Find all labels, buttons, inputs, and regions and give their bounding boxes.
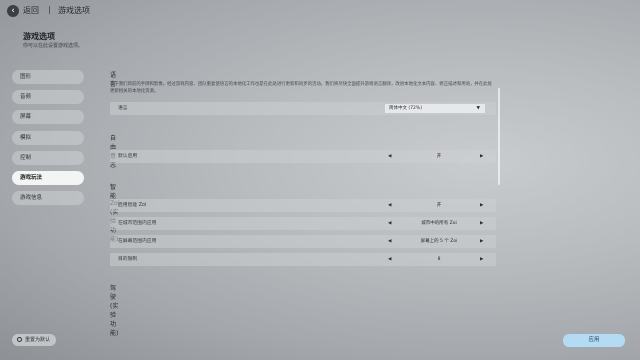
setting-value: 屏幕上的 5 个 Zoi: [420, 239, 458, 244]
reset-icon: [17, 337, 22, 342]
setting-label: 在屏幕范围内应用: [118, 239, 157, 244]
scrollbar[interactable]: [498, 88, 500, 185]
breadcrumb-separator: |: [48, 5, 51, 14]
arrow-right-icon[interactable]: ▶: [480, 253, 483, 266]
arrow-left-icon[interactable]: ◀: [388, 199, 391, 212]
page-subtitle: 你可以在此设置游戏选项。: [23, 43, 84, 49]
language-row: 语言 简体中文 (72%) ▼: [110, 102, 496, 115]
section-title-driving: 驾驶 (实验功能): [110, 285, 119, 337]
page-title: 游戏选项: [23, 32, 55, 41]
top-bar: ‹ 返回 | 游戏选项: [0, 0, 640, 22]
language-label: 语言: [118, 106, 128, 111]
setting-value: 开: [436, 154, 442, 159]
arrow-right-icon[interactable]: ▶: [480, 235, 483, 248]
sidebar: 图形 音频 屏幕 模拟 控制 游戏玩法 游戏信息: [12, 70, 84, 211]
language-dropdown[interactable]: 简体中文 (72%) ▼: [385, 104, 485, 113]
setting-row: 默认启用 ◀ 开 ▶: [110, 150, 496, 163]
caret-down-icon: ▼: [476, 106, 480, 111]
arrow-right-icon[interactable]: ▶: [480, 217, 483, 230]
setting-label: 启用智能 Zoi: [118, 203, 147, 208]
setting-label: 在城市范围内应用: [118, 221, 157, 226]
setting-value: 8: [437, 257, 441, 262]
sidebar-item-gameplay[interactable]: 游戏玩法: [12, 170, 84, 185]
setting-label: 默认启用: [118, 154, 138, 159]
sidebar-item-screen[interactable]: 屏幕: [12, 110, 84, 125]
breadcrumb: 游戏选项: [58, 6, 90, 15]
setting-row: 启用智能 Zoi ◀ 开 ▶: [110, 199, 496, 212]
apply-button[interactable]: 应用: [563, 334, 625, 347]
arrow-left-icon[interactable]: ◀: [388, 235, 391, 248]
language-selected: 简体中文 (72%): [389, 106, 422, 111]
setting-row: 目的限制 ◀ 8 ▶: [110, 253, 496, 266]
arrow-left-icon[interactable]: ◀: [388, 150, 391, 163]
setting-row: 在屏幕范围内应用 ◀ 屏幕上的 5 个 Zoi ▶: [110, 235, 496, 248]
section-title-smart-zoi: 智能 Zoi (实验功能): [110, 184, 119, 243]
arrow-right-icon[interactable]: ▶: [480, 150, 483, 163]
sidebar-item-simulation[interactable]: 模拟: [12, 130, 84, 145]
back-button[interactable]: ‹: [7, 5, 19, 17]
setting-row: 在城市范围内应用 ◀ 城市中的所有 Zoi ▶: [110, 217, 496, 230]
reset-defaults-button[interactable]: 重置为默认: [12, 334, 56, 346]
arrow-right-icon[interactable]: ▶: [480, 199, 483, 212]
sidebar-item-graphics[interactable]: 图形: [12, 70, 84, 84]
setting-label: 目的限制: [118, 257, 138, 262]
setting-value: 开: [436, 203, 442, 208]
chevron-left-icon: ‹: [11, 6, 15, 16]
sidebar-item-audio[interactable]: 音频: [12, 90, 84, 105]
back-label[interactable]: 返回: [23, 5, 39, 16]
reset-label: 重置为默认: [25, 337, 51, 343]
sidebar-item-game-info[interactable]: 游戏信息: [12, 191, 84, 206]
sidebar-item-controls[interactable]: 控制: [12, 150, 84, 165]
language-description: 基于我们目前的手牌和影像，经过游戏内容、团队重复使语言的本地化工作也是在此处进行…: [110, 82, 492, 94]
arrow-left-icon[interactable]: ◀: [388, 217, 391, 230]
setting-value: 城市中的所有 Zoi: [421, 221, 457, 226]
arrow-left-icon[interactable]: ◀: [388, 253, 391, 266]
